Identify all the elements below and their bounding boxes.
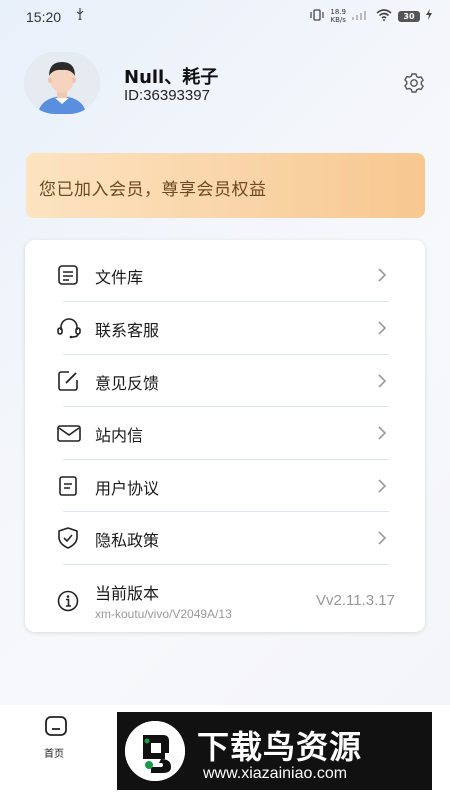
chevron-right-icon <box>377 320 387 335</box>
user-id: ID:36393397 <box>124 87 210 104</box>
menu-item-customer-service[interactable]: 联系客服 <box>25 302 425 354</box>
watermark-url: www.xiazainiao.com <box>203 765 348 782</box>
vibrate-icon <box>310 8 325 24</box>
divider <box>63 564 389 565</box>
chevron-right-icon <box>377 478 387 493</box>
battery-icon: 30 <box>398 10 420 22</box>
status-time: 15:20 <box>26 9 62 25</box>
menu-item-user-agreement[interactable]: 用户协议 <box>25 460 425 512</box>
username: Null、耗子 <box>124 67 219 88</box>
chevron-right-icon <box>377 267 387 282</box>
menu-item-label: 文件库 <box>95 268 144 287</box>
status-indicators: 18.9 KB/s 30 <box>310 8 432 24</box>
version-build: xm-koutu/vivo/V2049A/13 <box>95 607 232 621</box>
bird-logo-icon <box>125 721 185 781</box>
menu-item-version[interactable]: 当前版本 xm-koutu/vivo/V2049A/13 Vv2.11.3.17 <box>25 574 425 626</box>
member-banner-text: 您已加入会员，尊享会员权益 <box>39 180 267 200</box>
usb-icon <box>75 8 85 23</box>
menu-item-label: 隐私政策 <box>95 531 160 550</box>
nav-tab-home[interactable]: 首页 <box>36 711 76 760</box>
signal-icon <box>352 10 370 23</box>
menu-item-inbox[interactable]: 站内信 <box>25 407 425 459</box>
status-bar: 15:20 18.9 KB/s 30 <box>0 0 450 34</box>
version-label: 当前版本 <box>95 584 160 603</box>
menu-item-file-library[interactable]: 文件库 <box>25 249 425 301</box>
home-icon <box>44 715 68 741</box>
menu-item-feedback[interactable]: 意见反馈 <box>25 355 425 407</box>
nav-home-label: 首页 <box>44 749 64 760</box>
file-library-icon <box>57 264 79 286</box>
headset-icon <box>57 317 81 339</box>
member-banner[interactable]: 您已加入会员，尊享会员权益 <box>26 153 425 218</box>
net-speed-unit: KB/s <box>330 16 346 24</box>
charging-icon <box>426 9 432 23</box>
feedback-edit-icon <box>57 370 79 392</box>
version-value: Vv2.11.3.17 <box>316 592 395 609</box>
net-speed-value: 18.9 <box>330 8 346 16</box>
avatar[interactable] <box>24 52 100 114</box>
menu-item-label: 意见反馈 <box>95 374 160 393</box>
chevron-right-icon <box>377 425 387 440</box>
info-icon <box>57 590 79 612</box>
profile-header: Null、耗子 ID:36393397 <box>24 52 429 116</box>
menu-card: 文件库 联系客服 意见反馈 站内信 用户协议 隐私政策 当前版本 xm-kout… <box>25 240 425 632</box>
settings-gear-icon[interactable] <box>403 72 425 94</box>
document-icon <box>57 475 79 497</box>
shield-check-icon <box>57 527 79 549</box>
watermark-title: 下载鸟资源 <box>197 728 363 766</box>
wifi-icon <box>376 8 392 24</box>
menu-item-privacy-policy[interactable]: 隐私政策 <box>25 512 425 564</box>
mail-icon <box>57 422 81 444</box>
net-speed: 18.9 KB/s <box>330 8 346 24</box>
menu-item-label: 联系客服 <box>95 321 160 340</box>
chevron-right-icon <box>377 530 387 545</box>
chevron-right-icon <box>377 373 387 388</box>
menu-item-label: 用户协议 <box>95 479 160 498</box>
watermark-banner: 下载鸟资源 www.xiazainiao.com <box>117 712 432 790</box>
menu-item-label: 站内信 <box>95 426 144 445</box>
